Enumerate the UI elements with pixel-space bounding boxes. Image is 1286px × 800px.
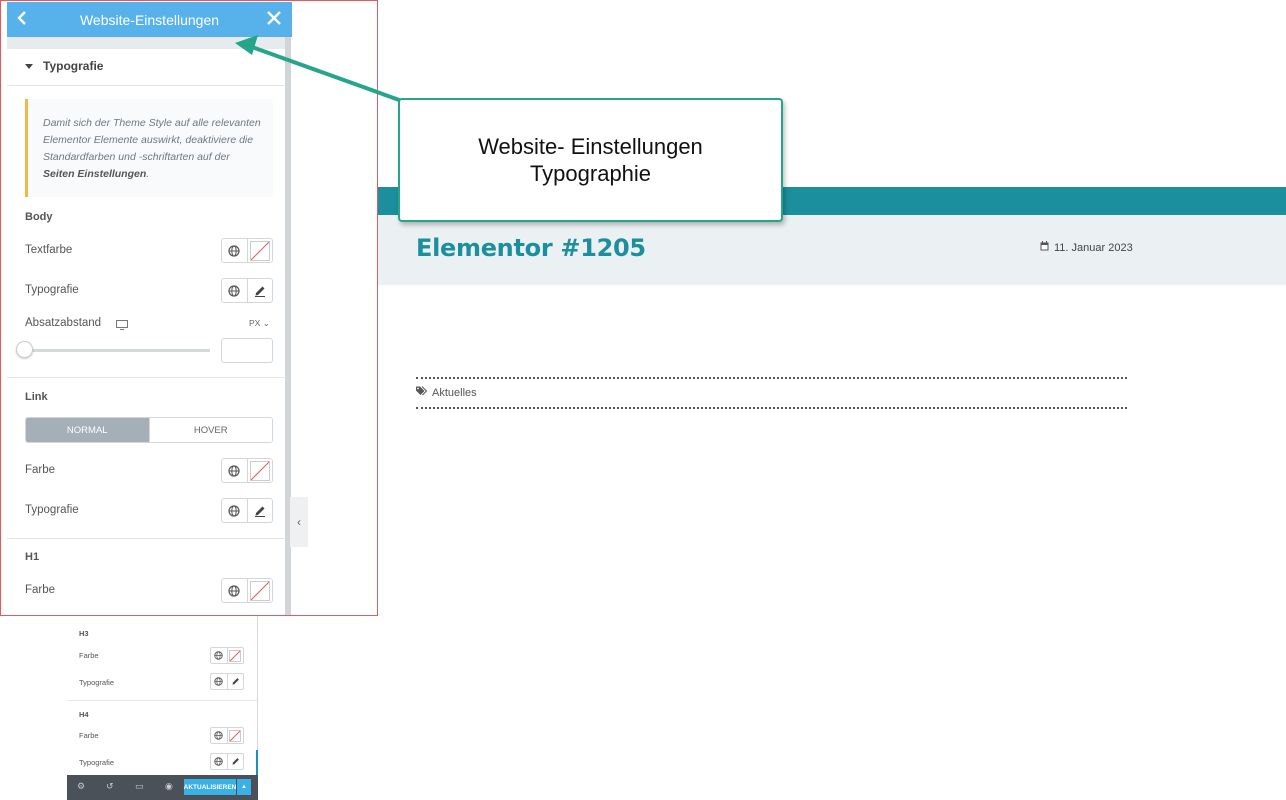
- link-state-tabs: NORMAL HOVER: [25, 417, 273, 443]
- divider: [7, 377, 286, 378]
- color-swatch-empty-icon[interactable]: [226, 728, 244, 743]
- globe-icon[interactable]: [211, 754, 227, 769]
- body-typography-label: Typografie: [25, 284, 79, 296]
- tag-link[interactable]: Aktuelles: [432, 387, 477, 399]
- h1-color-label: Farbe: [25, 584, 56, 596]
- tag-icon: [416, 386, 428, 399]
- pencil-icon[interactable]: [246, 499, 273, 522]
- paragraph-spacing-slider-track[interactable]: [25, 349, 210, 352]
- page-settings-link[interactable]: Seiten Einstellungen: [43, 168, 146, 180]
- body-typography-control[interactable]: [221, 278, 273, 303]
- globe-icon[interactable]: [222, 239, 247, 262]
- pencil-icon[interactable]: [226, 754, 244, 769]
- link-heading: Link: [25, 391, 48, 403]
- settings-gear-icon[interactable]: ⚙: [77, 781, 85, 792]
- close-icon[interactable]: [263, 7, 285, 29]
- divider: [67, 700, 257, 701]
- globe-icon[interactable]: [222, 459, 247, 482]
- history-icon[interactable]: ↺: [106, 781, 114, 792]
- annotation-arrow: [235, 35, 403, 103]
- h4-color-control[interactable]: [210, 727, 244, 744]
- calendar-icon: [1040, 241, 1049, 254]
- post-title: Elementor #1205: [416, 234, 646, 262]
- body-heading: Body: [25, 211, 53, 223]
- link-typography-control[interactable]: [221, 498, 273, 523]
- h4-typography-control[interactable]: [210, 753, 244, 770]
- globe-icon[interactable]: [222, 579, 247, 602]
- caret-up-icon[interactable]: ▲: [237, 779, 251, 795]
- h3-color-control[interactable]: [210, 647, 244, 664]
- link-color-control[interactable]: [221, 458, 273, 483]
- tab-hover[interactable]: HOVER: [148, 418, 272, 442]
- panel-header: Website-Einstellungen: [7, 2, 292, 37]
- color-swatch-empty-icon[interactable]: [246, 239, 273, 262]
- h3-heading: H3: [79, 629, 89, 638]
- color-swatch-empty-icon[interactable]: [246, 579, 273, 602]
- post-date: 11. Januar 2023: [1040, 241, 1133, 254]
- pencil-icon[interactable]: [246, 279, 273, 302]
- mini-panel: [67, 616, 258, 800]
- post-date-text: 11. Januar 2023: [1054, 241, 1133, 254]
- h1-heading: H1: [25, 551, 40, 563]
- h3-typography-label: Typografie: [79, 678, 115, 687]
- globe-icon[interactable]: [211, 648, 227, 663]
- body-text-color-label: Textfarbe: [25, 244, 73, 256]
- h4-color-label: Farbe: [79, 731, 99, 740]
- globe-icon[interactable]: [222, 279, 247, 302]
- paragraph-spacing-label: Absatzabstand: [25, 317, 102, 329]
- h4-typography-label: Typografie: [79, 758, 115, 767]
- paragraph-spacing-input[interactable]: [221, 338, 273, 363]
- callout-line-1: Website- Einstellungen: [478, 134, 703, 159]
- link-color-label: Farbe: [25, 464, 56, 476]
- tab-normal[interactable]: NORMAL: [26, 418, 149, 442]
- link-typography-label: Typografie: [25, 504, 79, 516]
- divider-dotted: [416, 407, 1127, 409]
- body-text-color-control[interactable]: [221, 238, 273, 263]
- collapse-panel-chevron-icon[interactable]: ‹: [290, 497, 308, 547]
- paragraph-spacing-slider-handle[interactable]: [16, 341, 33, 358]
- annotation-callout: Website- Einstellungen Typographie: [398, 98, 783, 222]
- caret-down-icon: [25, 59, 33, 73]
- color-swatch-empty-icon[interactable]: [246, 459, 273, 482]
- update-button[interactable]: AKTUALISIEREN: [184, 779, 236, 795]
- globe-icon[interactable]: [222, 499, 247, 522]
- globe-icon[interactable]: [211, 728, 227, 743]
- panel-title: Website-Einstellungen: [79, 11, 220, 28]
- h4-heading: H4: [79, 710, 89, 719]
- h3-color-label: Farbe: [79, 651, 99, 660]
- preview-eye-icon[interactable]: ◉: [165, 781, 173, 792]
- desktop-responsive-icon[interactable]: [116, 317, 128, 335]
- h3-typography-control[interactable]: [210, 673, 244, 690]
- pencil-icon[interactable]: [226, 674, 244, 689]
- globe-icon[interactable]: [211, 674, 227, 689]
- divider-dotted: [416, 377, 1127, 379]
- section-title: Typografie: [43, 59, 104, 73]
- color-swatch-empty-icon[interactable]: [226, 648, 244, 663]
- section-toggle-typography[interactable]: Typografie: [25, 59, 103, 73]
- divider: [7, 538, 286, 539]
- unit-selector[interactable]: PX ⌄: [249, 318, 270, 329]
- callout-line-2: Typographie: [529, 161, 652, 186]
- panel-edge-accent: [256, 750, 258, 775]
- post-tags: Aktuelles: [416, 386, 477, 399]
- h1-color-control[interactable]: [221, 578, 273, 603]
- responsive-mode-icon[interactable]: ▭: [135, 781, 144, 792]
- notice-text: Damit sich der Theme Style auf alle rele…: [43, 117, 261, 180]
- back-arrow-icon[interactable]: [13, 7, 35, 29]
